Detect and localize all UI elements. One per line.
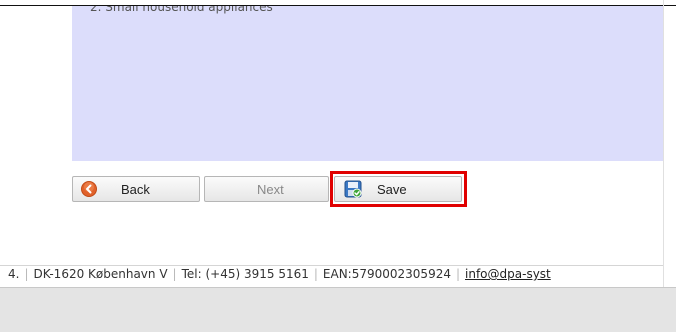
list-item: 2. Small household appliances <box>90 6 273 14</box>
right-border <box>663 0 664 332</box>
footer-contact: 4. | DK-1620 København V | Tel: (+45) 39… <box>8 264 551 284</box>
back-button-label: Back <box>121 182 150 197</box>
footer-separator: | <box>172 267 177 281</box>
footer-phone: Tel: (+45) 3915 5161 <box>181 267 309 281</box>
back-arrow-icon <box>81 181 97 197</box>
back-button[interactable]: Back <box>72 176 200 202</box>
footer-address-number: 4. <box>8 267 20 281</box>
footer-bar <box>0 287 676 332</box>
footer-separator: | <box>455 267 461 281</box>
footer-separator: | <box>313 267 318 281</box>
content-panel: 2. Small household appliances <box>72 6 663 161</box>
next-button[interactable]: Next <box>204 176 329 202</box>
footer-bar-border <box>0 287 676 288</box>
footer-address: DK-1620 København V <box>33 267 168 281</box>
footer-ean: EAN:5790002305924 <box>322 267 451 281</box>
footer-separator: | <box>24 267 29 281</box>
footer-email-link[interactable]: info@dpa-syst <box>465 267 551 281</box>
save-highlight-box <box>330 171 467 207</box>
next-button-label: Next <box>257 182 284 197</box>
